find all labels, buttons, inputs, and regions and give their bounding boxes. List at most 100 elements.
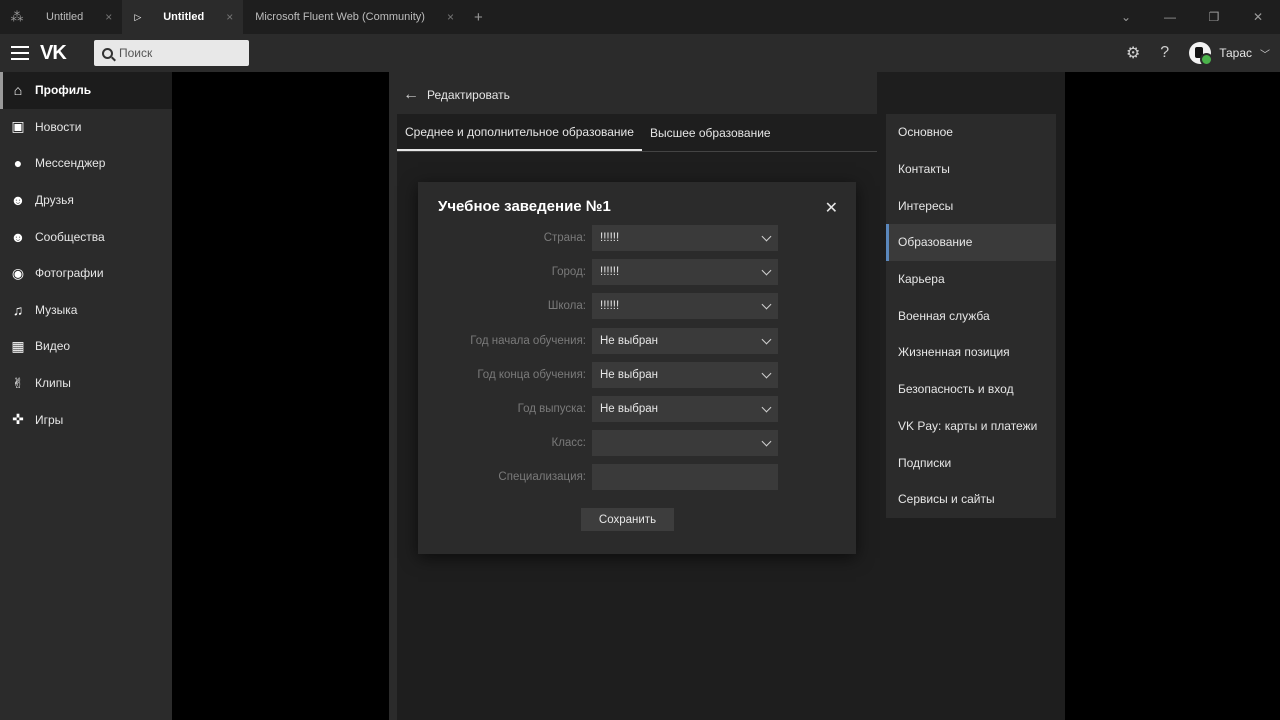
sidebar-item[interactable]: ⌂ Профиль	[0, 72, 172, 109]
close-window-button[interactable]: ✕	[1236, 10, 1280, 24]
form-row: Страна:!!!!!!	[418, 225, 856, 251]
section-menu-item[interactable]: Военная служба	[886, 297, 1056, 334]
select-value: !!!!!!	[600, 300, 620, 312]
close-icon[interactable]: ×	[226, 10, 233, 24]
add-tab-button[interactable]: +	[464, 0, 493, 34]
sidebar-item[interactable]: ☻ Сообщества	[0, 218, 172, 255]
chevron-down-icon[interactable]: ⌄	[1104, 10, 1148, 24]
sidebar-item-label: Новости	[35, 119, 82, 134]
sidebar-item[interactable]: ● Мессенджер	[0, 145, 172, 182]
sidebar-item-label: Друзья	[35, 193, 74, 208]
sidebar-item-label: Фотографии	[35, 266, 104, 281]
sidebar-item-label: Мессенджер	[35, 156, 106, 171]
select-value: !!!!!!	[600, 266, 620, 278]
help-icon[interactable]: ?	[1160, 44, 1169, 62]
section-menu-item[interactable]: Сервисы и сайты	[886, 481, 1056, 518]
section-menu-item[interactable]: Интересы	[886, 187, 1056, 224]
sidebar-item[interactable]: ▣ Новости	[0, 109, 172, 146]
save-button[interactable]: Сохранить	[581, 508, 674, 531]
sidebar-item-label: Сообщества	[35, 229, 105, 244]
play-icon: ▷	[134, 11, 142, 22]
section-menu-item[interactable]: VK Pay: карты и платежи	[886, 408, 1056, 445]
tab-higher-education[interactable]: Высшее образование	[642, 114, 779, 151]
select-value: Не выбран	[600, 369, 658, 381]
tab-label: Untitled	[163, 11, 205, 23]
menu-icon[interactable]	[0, 46, 40, 60]
form-row: Год выпуска: Не выбран	[418, 396, 856, 422]
section-menu-item[interactable]: Образование	[886, 224, 1056, 261]
field-label: Класс:	[551, 437, 587, 449]
chevron-down-icon	[761, 368, 772, 378]
section-menu-item[interactable]: Безопасность и вход	[886, 371, 1056, 408]
page-title: Редактировать	[427, 88, 510, 102]
sidebar-item[interactable]: ▦ Видео	[0, 328, 172, 365]
user-menu[interactable]: Тарас ﹀	[1189, 42, 1270, 66]
close-icon[interactable]: ×	[105, 10, 112, 24]
browser-tab-bar: ⁂ Untitled × ▷ Untitled × Microsoft Flue…	[0, 0, 1280, 34]
back-button[interactable]: ← Редактировать	[403, 86, 510, 104]
minimize-button[interactable]: —	[1148, 10, 1192, 24]
chevron-down-icon	[761, 436, 772, 446]
field-label: Город:	[551, 266, 586, 278]
section-menu-item[interactable]: Основное	[886, 114, 1056, 151]
sidebar-item-label: Видео	[35, 339, 71, 354]
chevron-down-icon	[761, 231, 772, 241]
sidebar-item[interactable]: ◉ Фотографии	[0, 255, 172, 292]
music-icon: ♫	[12, 301, 24, 318]
field-select[interactable]: !!!!!!	[592, 293, 778, 319]
field-select[interactable]	[592, 430, 778, 456]
field-label: Школа:	[547, 300, 586, 312]
section-menu-item[interactable]: Подписки	[886, 444, 1056, 481]
section-menu-item[interactable]: Контакты	[886, 151, 1056, 188]
chevron-down-icon	[761, 334, 772, 344]
select-value: Не выбран	[600, 335, 658, 347]
field-select[interactable]: !!!!!!	[592, 225, 778, 251]
browser-tab-2[interactable]: ▷ Untitled ×	[122, 0, 244, 34]
field-select[interactable]: Не выбран	[592, 396, 778, 422]
form-row: Год конца обучения: Не выбран	[418, 362, 856, 388]
gamepad-icon: ✜	[12, 411, 24, 428]
close-icon[interactable]: ✕	[825, 198, 838, 218]
gear-icon[interactable]: ⚙	[1126, 43, 1140, 63]
sidebar-item[interactable]: ✜ Игры	[0, 401, 172, 438]
search-icon	[102, 47, 113, 59]
browser-tab-3[interactable]: Microsoft Fluent Web (Community) ×	[243, 0, 464, 34]
home-icon: ⌂	[13, 82, 23, 99]
form-row: Год начала обучения: Не выбран	[418, 328, 856, 354]
clips-icon: ✌	[12, 374, 24, 391]
window-controls: ⌄ — ❐ ✕	[1104, 0, 1280, 34]
tab-secondary-education[interactable]: Среднее и дополнительное образование	[397, 114, 642, 151]
field-label: Год начала обучения:	[470, 335, 586, 347]
select-value: Не выбран	[600, 403, 658, 415]
sidebar-item-label: Игры	[35, 412, 64, 427]
chevron-down-icon: ﹀	[1260, 49, 1270, 61]
field-select[interactable]: !!!!!!	[592, 259, 778, 285]
chevron-down-icon	[761, 402, 772, 412]
profile-sections-menu: Основное Контакты Интересы Образование Карье…	[886, 114, 1056, 518]
sidebar-item[interactable]: ☻ Друзья	[0, 182, 172, 219]
sidebar-item[interactable]: ✌ Клипы	[0, 365, 172, 402]
school-dialog: Учебное заведение №1 ✕ Сохранить Страна:…	[418, 182, 856, 554]
field-select[interactable]: Не выбран	[592, 328, 778, 354]
video-icon: ▦	[11, 337, 25, 354]
sidebar-item[interactable]: ♫ Музыка	[0, 292, 172, 329]
field-select[interactable]: Не выбран	[592, 362, 778, 388]
section-menu-item[interactable]: Карьера	[886, 261, 1056, 298]
sidebar: ⌂ Профиль ▣ Новости ● Мессенджер ☻ Друзья ☻ Сообщ…	[0, 72, 172, 720]
figma-icon[interactable]: ⁂	[0, 0, 34, 34]
search-placeholder: Поиск	[119, 46, 153, 60]
search-input[interactable]: Поиск	[94, 40, 249, 66]
close-icon[interactable]: ×	[447, 10, 454, 24]
browser-tab-1[interactable]: Untitled ×	[34, 0, 122, 34]
field-label: Год конца обучения:	[477, 369, 586, 381]
sidebar-item-label: Профиль	[35, 83, 92, 98]
select-value: !!!!!!	[600, 232, 620, 244]
specialization-input[interactable]	[592, 464, 778, 490]
restore-button[interactable]: ❐	[1192, 10, 1236, 24]
vk-logo[interactable]: VK	[40, 42, 88, 65]
form-row: Специализация:	[418, 464, 856, 490]
section-menu-item[interactable]: Жизненная позиция	[886, 334, 1056, 371]
form-row: Класс:	[418, 430, 856, 456]
field-label: Специализация:	[498, 471, 586, 483]
arrow-left-icon: ←	[403, 86, 419, 103]
